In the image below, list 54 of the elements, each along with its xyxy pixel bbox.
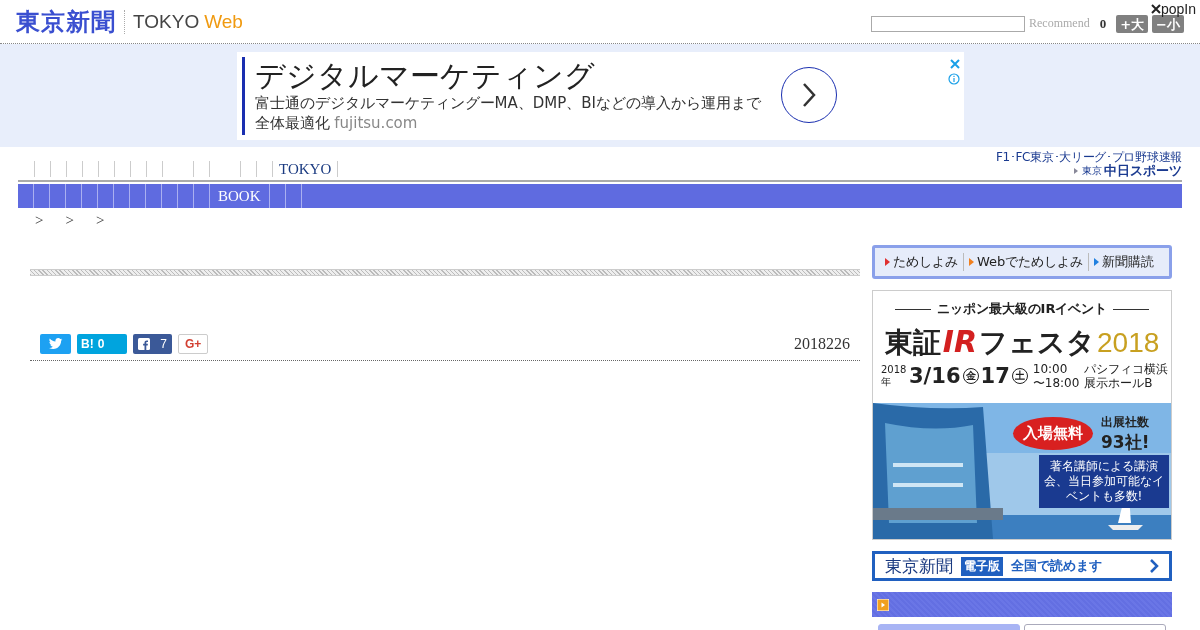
breadcrumb-separator: > [95,212,105,229]
subscription-link[interactable]: 新聞購読 [1089,253,1160,271]
arrow-icon [877,598,889,611]
recommend-count: 0 [1099,15,1107,32]
ad-title: デジタルマーケティング [254,59,596,93]
font-larger-button[interactable]: +大 [1116,14,1149,33]
info-icon[interactable] [947,73,960,85]
breadcrumb-separator: > [35,212,44,229]
event-title: フェスタ [979,325,1095,361]
sports-link[interactable]: 東京中日スポーツ [995,164,1182,178]
event-title-mark: IR [942,324,977,359]
recommend-label: Recommend [1029,16,1090,31]
event-date: 3/16 [909,364,961,388]
site-logo[interactable]: 東京新聞 [16,5,116,38]
event-title: 東証 [884,325,941,361]
close-icon[interactable] [949,59,960,69]
google-plus-button[interactable]: G+ [178,334,209,354]
event-year: 2018 [1097,327,1160,359]
epaper-badge: 電子版 [961,556,1003,576]
epaper-text: 全国で読めます [1011,557,1102,575]
site-name-accent: Web [204,10,243,33]
event-date: 17 [980,364,1010,388]
chevron-right-icon [800,82,817,108]
epaper-banner[interactable]: 東京新聞 電子版 全国で読めます [872,551,1172,581]
subscription-link[interactable]: ためしよみ [880,253,964,271]
exhibitor-label: 出展社数 [1101,414,1150,431]
ad-text: 富士通のデジタルマーケティングーMA、DMP、BIなどの導入から運用まで全体最適化 fujitsu.com [254,93,762,133]
facebook-icon [138,338,150,350]
ad-domain: fujitsu.com [334,114,418,132]
nav-link[interactable]: TOKYO [273,161,339,177]
category-tab[interactable]: BOOK [210,184,270,208]
popin-link[interactable]: popIn [1150,1,1196,17]
chevron-right-icon [1150,559,1159,573]
event-note: 著名講師による講演会、当日参加可能なイベントも多数! [1039,455,1169,508]
arrow-icon [1072,167,1080,175]
breadcrumb-separator: > [65,212,74,229]
close-icon [1150,4,1161,14]
event-tagline: ニッポン最大級のIRイベント [894,300,1150,318]
sports-tagline: F1･FC東京･大リーグ･プロ野球速報 [995,150,1182,164]
article-date: 2018226 [794,335,850,353]
bird-icon [48,338,63,350]
event-time: 10:00 [1032,362,1069,376]
event-time: 〜18:00 [1032,376,1080,390]
event-venue: 展示ホールB [1084,376,1154,390]
subscription-link[interactable]: Webでためしよみ [964,253,1090,271]
ad-banner[interactable]: デジタルマーケティング 富士通のデジタルマーケティングーMA、DMP、BIなどの導入から運用まで全体最適化 fujitsu.com [236,52,964,140]
newspaper-logo: 東京新聞 [885,554,953,578]
exhibitor-count: 93社! [1101,431,1150,454]
facebook-share-button[interactable]: 7 [133,334,172,354]
event-date-year: 2018年 [881,364,907,388]
twitter-share-button[interactable] [40,334,71,354]
site-name: TOKYO [133,10,200,33]
search-field[interactable] [871,15,1026,32]
event-venue: パシフィコ横浜 [1084,362,1169,376]
